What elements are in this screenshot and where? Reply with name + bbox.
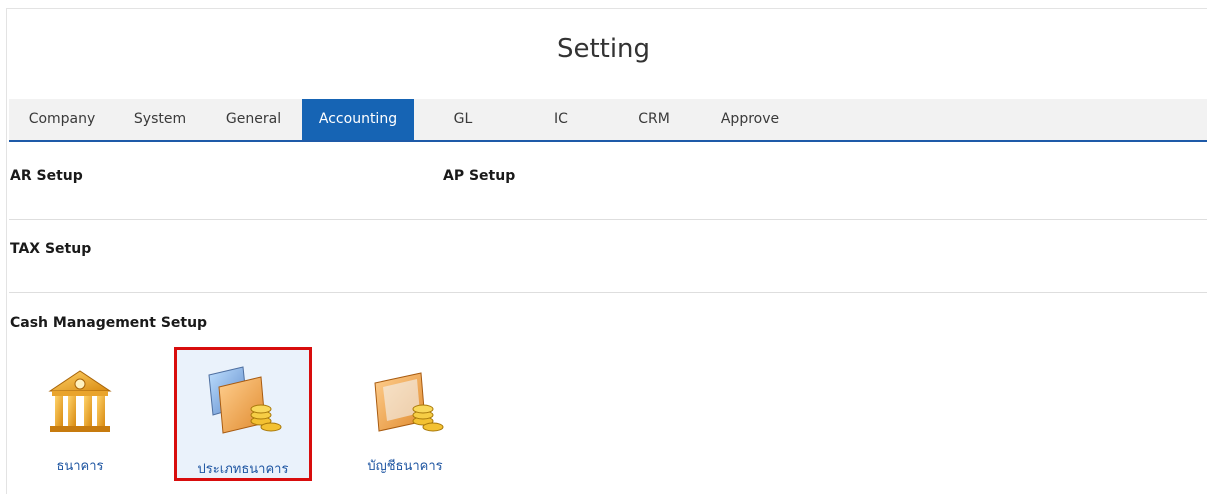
tab-general[interactable]: General bbox=[205, 99, 302, 140]
bank-type-folder-icon bbox=[208, 366, 282, 434]
tab-approve[interactable]: Approve bbox=[698, 99, 802, 140]
bank-tile[interactable]: ธนาคาร bbox=[15, 347, 145, 477]
bank-account-tile[interactable]: บัญชีธนาคาร bbox=[340, 347, 470, 477]
tab-bar: Company System General Accounting GL IC … bbox=[9, 99, 1207, 142]
section-divider bbox=[9, 292, 1207, 293]
tab-ic[interactable]: IC bbox=[512, 99, 610, 140]
bank-account-label: บัญชีธนาคาร bbox=[367, 459, 443, 474]
bank-account-folder-icon bbox=[374, 372, 444, 432]
tab-gl[interactable]: GL bbox=[414, 99, 512, 140]
section-tax-setup: TAX Setup bbox=[10, 241, 92, 257]
section-divider bbox=[9, 219, 1207, 220]
bank-type-label: ประเภทธนาคาร bbox=[197, 462, 289, 477]
section-ar-setup: AR Setup bbox=[10, 168, 83, 184]
tab-accounting[interactable]: Accounting bbox=[302, 99, 414, 140]
tab-system[interactable]: System bbox=[115, 99, 205, 140]
tab-company[interactable]: Company bbox=[9, 99, 115, 140]
section-ap-setup: AP Setup bbox=[443, 168, 516, 184]
bank-label: ธนาคาร bbox=[56, 459, 104, 474]
bank-building-icon bbox=[48, 370, 112, 432]
page-title: Setting bbox=[556, 34, 651, 64]
section-cash-management-setup: Cash Management Setup bbox=[10, 315, 208, 331]
bank-type-tile[interactable]: ประเภทธนาคาร bbox=[174, 347, 312, 481]
tab-crm[interactable]: CRM bbox=[610, 99, 698, 140]
